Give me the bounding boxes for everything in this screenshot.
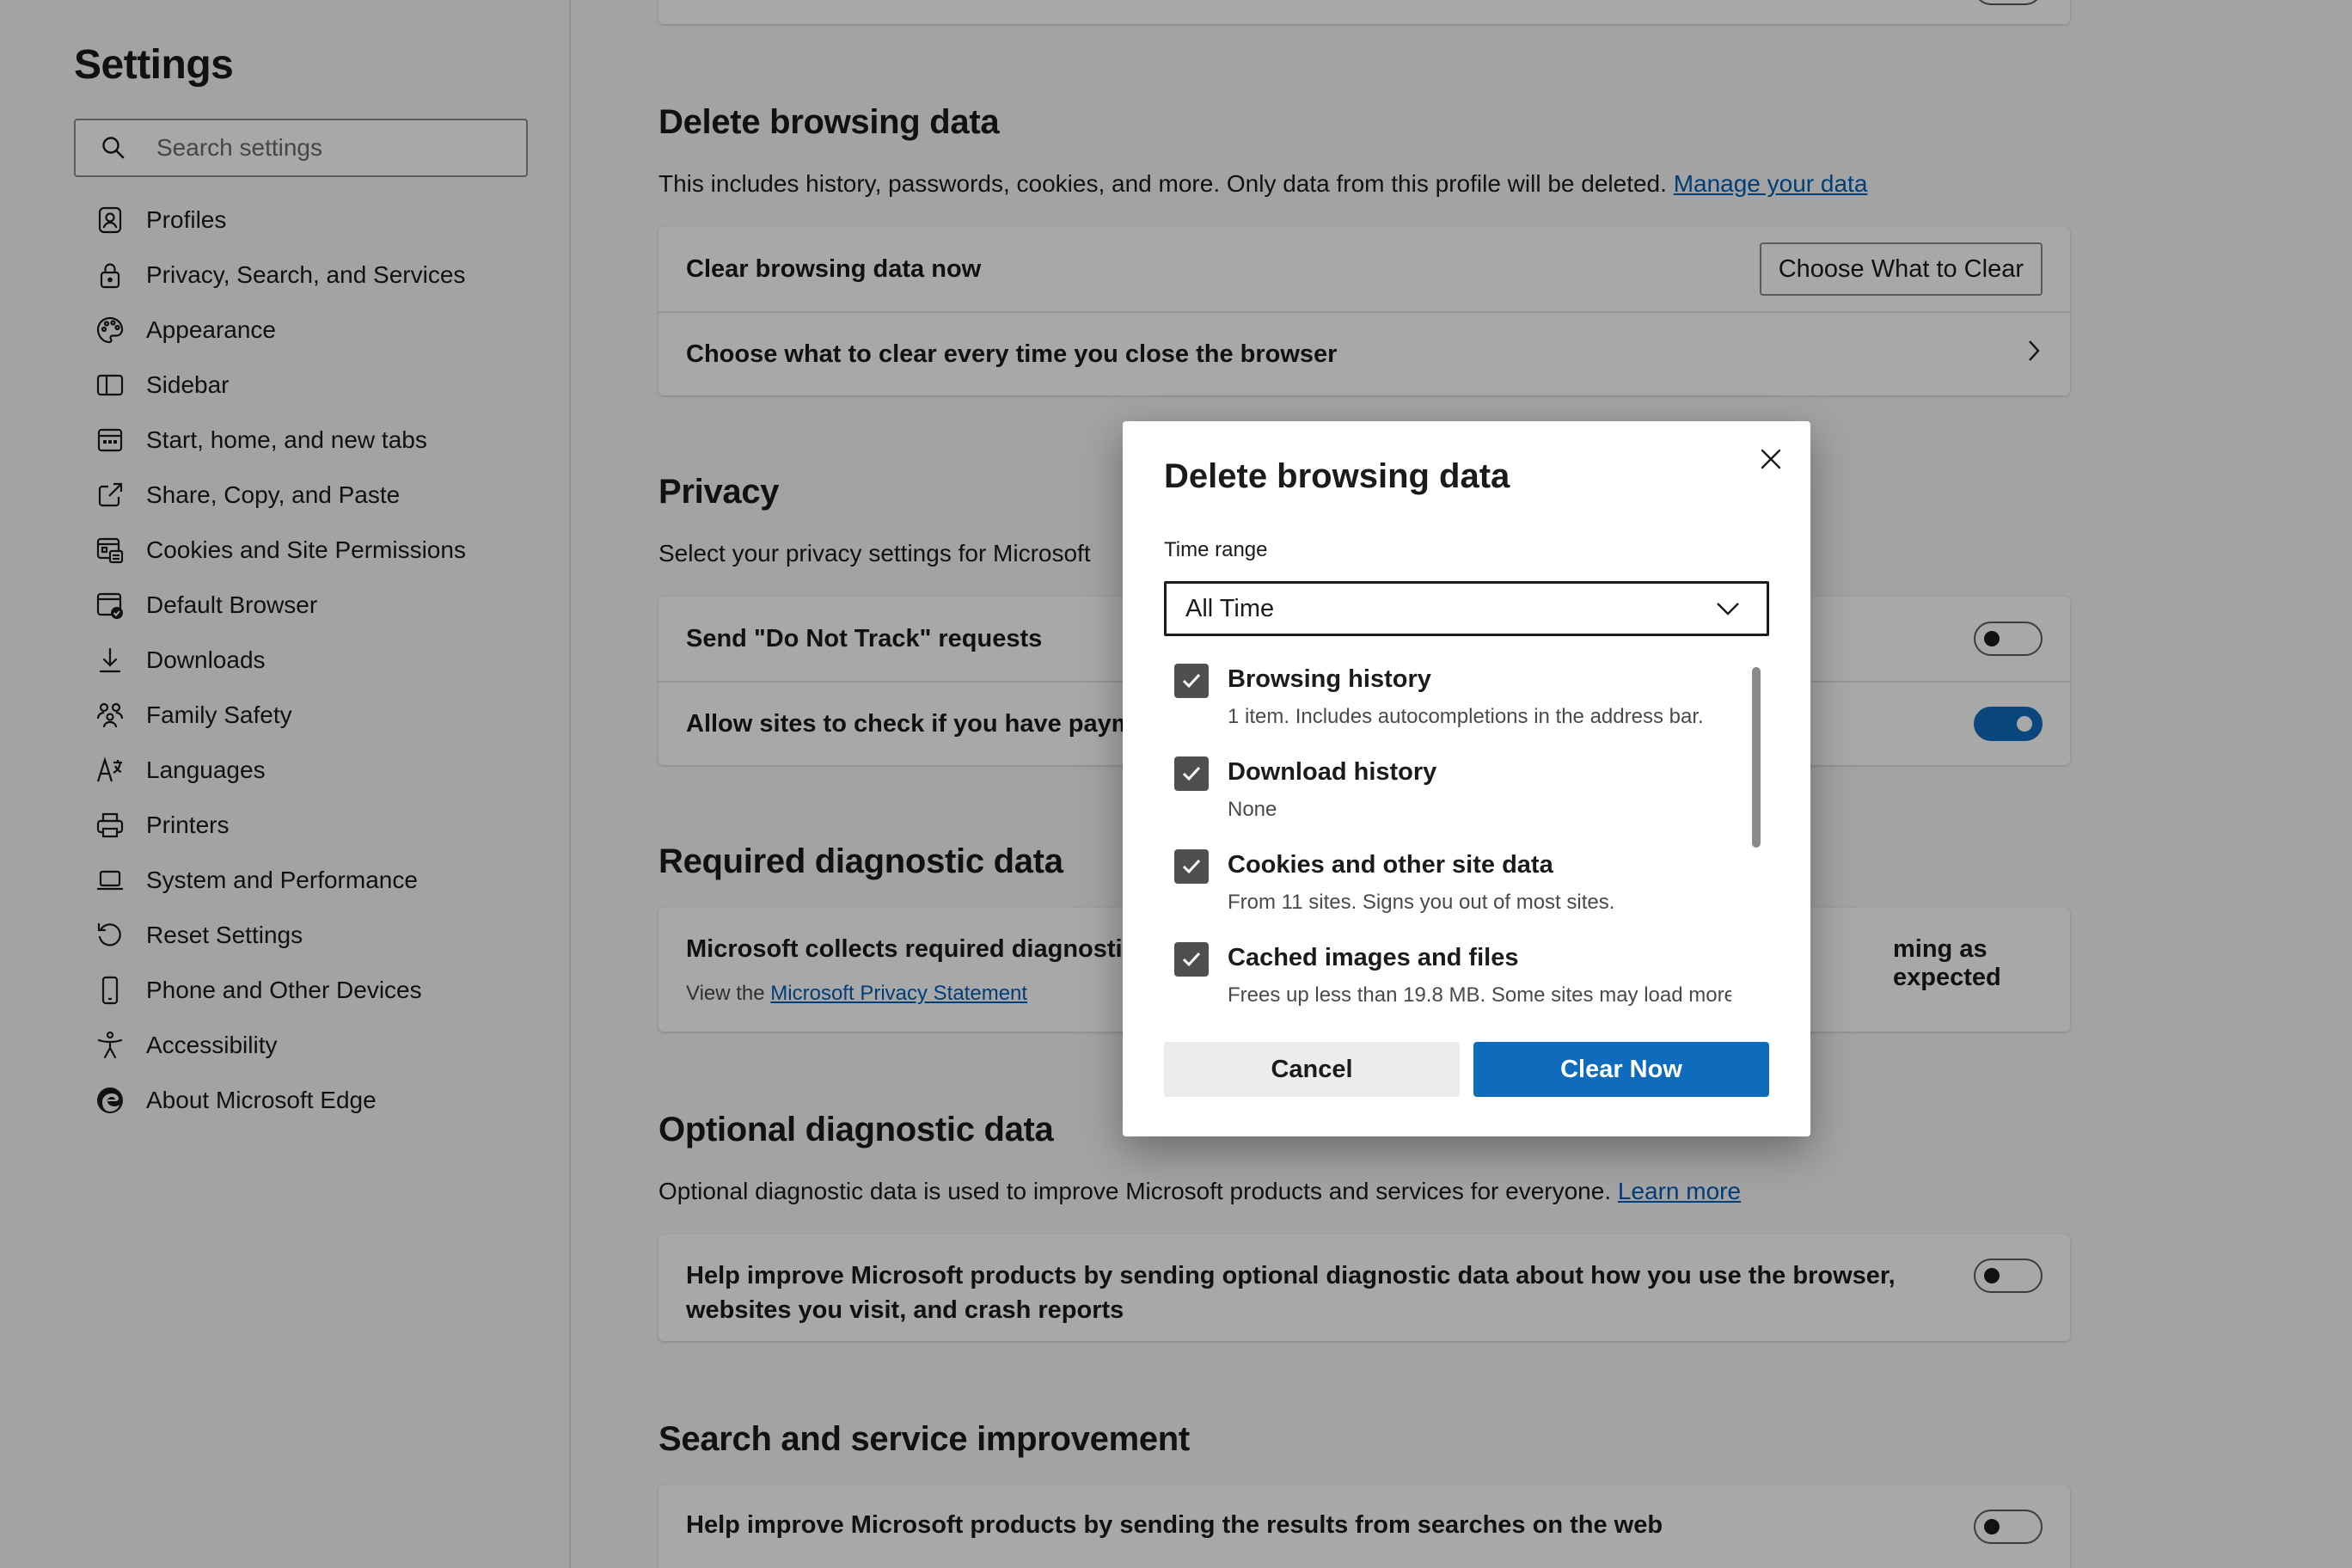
browsing-history-checkbox[interactable] (1174, 664, 1209, 698)
scrollbar-thumb[interactable] (1752, 667, 1761, 848)
cancel-button[interactable]: Cancel (1164, 1042, 1460, 1097)
cached-images-title: Cached images and files (1228, 944, 1519, 971)
checkmark-icon (1182, 952, 1201, 967)
cached-images-desc: Frees up less than 19.8 MB. Some sites m… (1228, 983, 1731, 1007)
checkmark-icon (1182, 859, 1201, 874)
time-range-value: All Time (1185, 594, 1275, 622)
chevron-down-icon (1715, 596, 1741, 622)
cookies-title: Cookies and other site data (1228, 851, 1553, 879)
browsing-history-desc: 1 item. Includes autocompletions in the … (1228, 705, 1704, 728)
list-item-cookies: Cookies and other site data From 11 site… (1164, 849, 1731, 918)
checkmark-icon (1182, 673, 1201, 689)
time-range-select[interactable]: All Time (1164, 581, 1769, 636)
download-history-checkbox[interactable] (1174, 756, 1209, 791)
delete-browsing-data-dialog: Delete browsing data Time range All Time… (1123, 421, 1810, 1136)
data-type-list: Browsing history 1 item. Includes autoco… (1164, 664, 1731, 1018)
browsing-history-title: Browsing history (1228, 665, 1431, 693)
checkmark-icon (1182, 766, 1201, 781)
dialog-scrollbar[interactable] (1752, 667, 1761, 1095)
time-range-label: Time range (1164, 538, 1268, 561)
list-item-cached-images: Cached images and files Frees up less th… (1164, 942, 1731, 1011)
list-item-browsing-history: Browsing history 1 item. Includes autoco… (1164, 664, 1731, 732)
clear-now-button[interactable]: Clear Now (1473, 1042, 1769, 1097)
settings-window: Settings Profiles Privacy, Search, and S… (0, 0, 2352, 1568)
cached-images-checkbox[interactable] (1174, 942, 1209, 977)
dialog-title: Delete browsing data (1164, 457, 1510, 495)
download-history-title: Download history (1228, 758, 1437, 786)
cookies-checkbox[interactable] (1174, 849, 1209, 884)
cookies-desc: From 11 sites. Signs you out of most sit… (1228, 891, 1615, 914)
list-item-download-history: Download history None (1164, 756, 1731, 825)
close-icon[interactable] (1754, 442, 1788, 476)
download-history-desc: None (1228, 798, 1277, 821)
